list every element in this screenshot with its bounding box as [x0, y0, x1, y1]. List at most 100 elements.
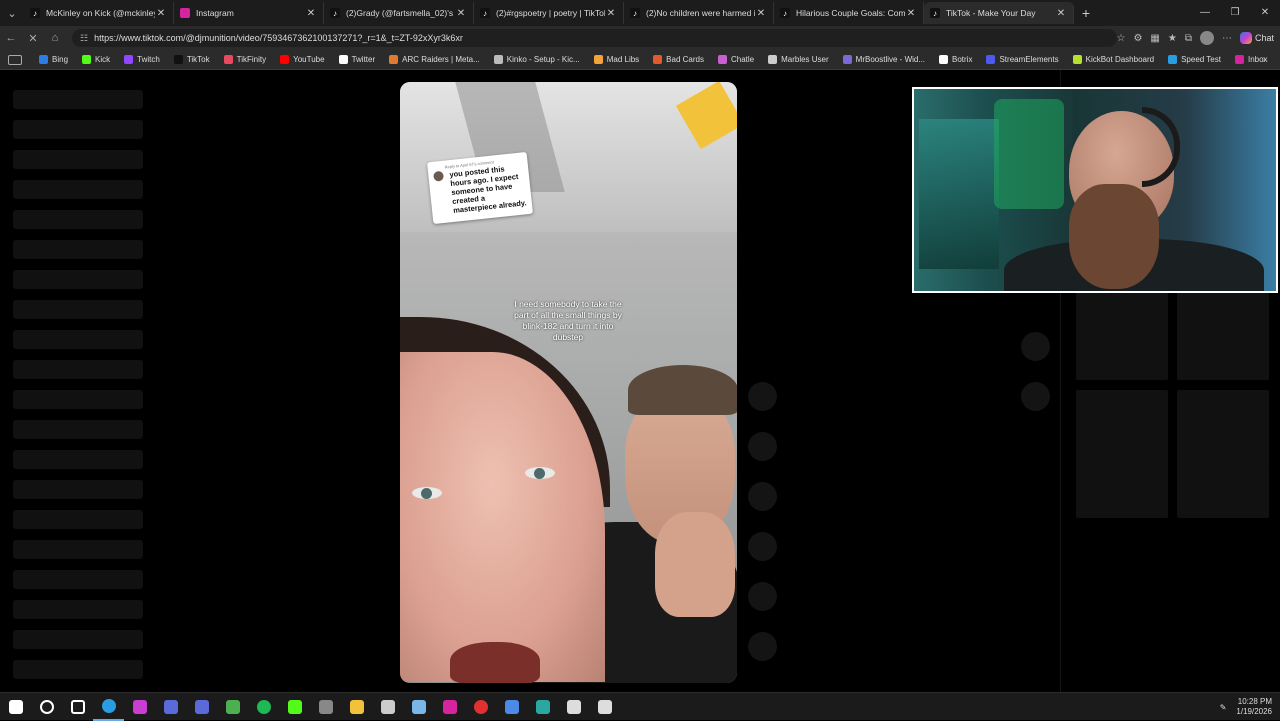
- settings-icon[interactable]: [589, 693, 620, 721]
- action-button[interactable]: [748, 582, 777, 611]
- like-button[interactable]: [748, 382, 777, 411]
- save-button[interactable]: [748, 482, 777, 511]
- obs-icon[interactable]: [558, 693, 589, 721]
- tab-6[interactable]: ♪ TikTok - Make Your Day ✕: [924, 2, 1074, 24]
- profile-avatar[interactable]: [1199, 31, 1214, 45]
- tab-close-icon[interactable]: ✕: [155, 8, 167, 19]
- bookmark-label: Mad Libs: [606, 55, 640, 64]
- tab-0[interactable]: ♪ McKinley on Kick (@mckinley.tv) |✕: [24, 2, 174, 24]
- copilot-icon[interactable]: [124, 693, 155, 721]
- bookmark-17[interactable]: Speed Test: [1161, 55, 1228, 64]
- nav-up-button[interactable]: [1021, 332, 1050, 361]
- tab-close-icon[interactable]: ✕: [1055, 8, 1067, 19]
- tab-2[interactable]: ♪ (2)Grady (@fartsmella_02)'s video✕: [324, 2, 474, 24]
- video-player[interactable]: Reply to Apel 67's comment you posted th…: [400, 82, 737, 683]
- bookmark-3[interactable]: TikTok: [167, 55, 217, 64]
- related-video-tile[interactable]: [1076, 292, 1168, 380]
- bookmark-2[interactable]: Twitch: [117, 55, 167, 64]
- bookmark-9[interactable]: Mad Libs: [587, 55, 646, 64]
- related-video-tile[interactable]: [1177, 465, 1269, 518]
- copilot-icon: [1239, 32, 1252, 44]
- share-button[interactable]: [748, 532, 777, 561]
- tab-close-icon[interactable]: ✕: [305, 8, 317, 19]
- tab-close-icon[interactable]: ✕: [755, 8, 767, 19]
- tab-5[interactable]: ♪ Hilarious Couple Goals: Comedy M✕: [774, 2, 924, 24]
- app-icon-3[interactable]: [310, 693, 341, 721]
- reload-stop-button[interactable]: ✕: [22, 32, 44, 45]
- bookmark-10[interactable]: Bad Cards: [646, 55, 711, 64]
- instagram-icon[interactable]: [434, 693, 465, 721]
- search-icon[interactable]: [31, 693, 62, 721]
- tab-close-icon[interactable]: ✕: [605, 8, 617, 19]
- app-icon-1[interactable]: [155, 693, 186, 721]
- edge-icon[interactable]: [93, 693, 124, 721]
- bookmark-favicon-icon: [39, 55, 48, 64]
- comment-text: you posted this hours ago. I expect some…: [448, 164, 527, 215]
- skeleton-row: [13, 360, 143, 379]
- bookmark-11[interactable]: Chatle: [711, 55, 761, 64]
- spotify-icon[interactable]: [248, 693, 279, 721]
- bookmark-favicon-icon: [173, 55, 183, 64]
- bookmark-7[interactable]: ARC Raiders | Meta...: [382, 55, 487, 64]
- bookmarks-bar: Bing Kick Twitch TikTok TikFinity YouTube Twit…: [0, 50, 1280, 70]
- bookmark-13[interactable]: MrBoostlive - Wid...: [836, 55, 932, 64]
- bookmark-6[interactable]: Twitter: [332, 55, 383, 64]
- tab-close-icon[interactable]: ✕: [455, 8, 467, 19]
- minimize-button[interactable]: —: [1190, 0, 1220, 26]
- app-icon-6[interactable]: [527, 693, 558, 721]
- site-info-icon[interactable]: ☷: [80, 33, 88, 44]
- notepad-icon[interactable]: [403, 693, 434, 721]
- address-bar[interactable]: ☷ https://www.tiktok.com/@djmunition/vid…: [72, 29, 1117, 47]
- bookmark-4[interactable]: TikFinity: [217, 55, 273, 64]
- extensions-puzzle-icon[interactable]: ▦: [1150, 33, 1159, 44]
- skeleton-row: [13, 390, 143, 409]
- bookmark-8[interactable]: Kinko - Setup - Kic...: [487, 55, 587, 64]
- chat-button[interactable]: Chat: [1239, 32, 1274, 44]
- tab-actions-menu-icon[interactable]: ⌄: [0, 0, 24, 26]
- tab-3[interactable]: ♪ (2)#rgspoetry | poetry | TikTok ✕: [474, 2, 624, 24]
- home-button[interactable]: ⌂: [44, 32, 66, 44]
- bookmark-16[interactable]: KickBot Dashboard: [1066, 55, 1161, 64]
- send-icon[interactable]: [279, 693, 310, 721]
- new-tab-button[interactable]: +: [1074, 5, 1098, 21]
- bookmark-0[interactable]: Bing: [32, 55, 75, 64]
- more-menu-icon[interactable]: ⋯: [1222, 33, 1232, 44]
- back-button[interactable]: ←: [0, 32, 22, 44]
- minecraft-icon[interactable]: [217, 693, 248, 721]
- sound-button[interactable]: [748, 632, 777, 661]
- extension-icon[interactable]: ⚙: [1133, 33, 1142, 44]
- bookmark-12[interactable]: Marbles User: [761, 55, 836, 64]
- bookmarks-overflow-chevron-icon[interactable]: ›: [1263, 54, 1266, 65]
- app-icon-2[interactable]: [186, 693, 217, 721]
- bookmark-14[interactable]: Botrix: [932, 55, 979, 64]
- sidebar-toggle-icon[interactable]: [8, 54, 22, 65]
- bookmark-label: Bing: [52, 55, 69, 64]
- start-icon[interactable]: [0, 693, 31, 721]
- bookmark-18[interactable]: Inbox: [1228, 55, 1275, 64]
- bookmark-favicon-icon: [124, 55, 134, 64]
- related-video-tile[interactable]: [1076, 465, 1168, 518]
- clock[interactable]: 10:28 PM 1/19/2026: [1236, 697, 1272, 717]
- favorites-icon[interactable]: ★: [1168, 33, 1177, 44]
- app-icon-4[interactable]: [372, 693, 403, 721]
- bookmark-15[interactable]: StreamElements: [979, 55, 1065, 64]
- tab-1[interactable]: Instagram ✕: [174, 2, 324, 24]
- tab-close-icon[interactable]: ✕: [905, 8, 917, 19]
- related-video-tile[interactable]: [1177, 292, 1269, 380]
- record-icon[interactable]: [465, 693, 496, 721]
- comment-button[interactable]: [748, 432, 777, 461]
- tab-4[interactable]: ♪ (2)No children were harmed in the✕: [624, 2, 774, 24]
- nav-down-button[interactable]: [1021, 382, 1050, 411]
- tab-label: (2)No children were harmed in the: [646, 8, 755, 18]
- bookmark-1[interactable]: Kick: [75, 55, 117, 64]
- app-icon-5[interactable]: [496, 693, 527, 721]
- folder-icon[interactable]: [341, 693, 372, 721]
- collections-icon[interactable]: ⧉: [1185, 33, 1192, 44]
- task-view-icon[interactable]: [62, 693, 93, 721]
- close-window-button[interactable]: ✕: [1250, 0, 1280, 26]
- bookmark-favicon-icon: [593, 55, 603, 64]
- bookmark-5[interactable]: YouTube: [273, 55, 331, 64]
- maximize-button[interactable]: ❐: [1220, 0, 1250, 26]
- pen-icon[interactable]: ✎: [1220, 703, 1227, 712]
- favorite-star-icon[interactable]: ☆: [1116, 33, 1125, 44]
